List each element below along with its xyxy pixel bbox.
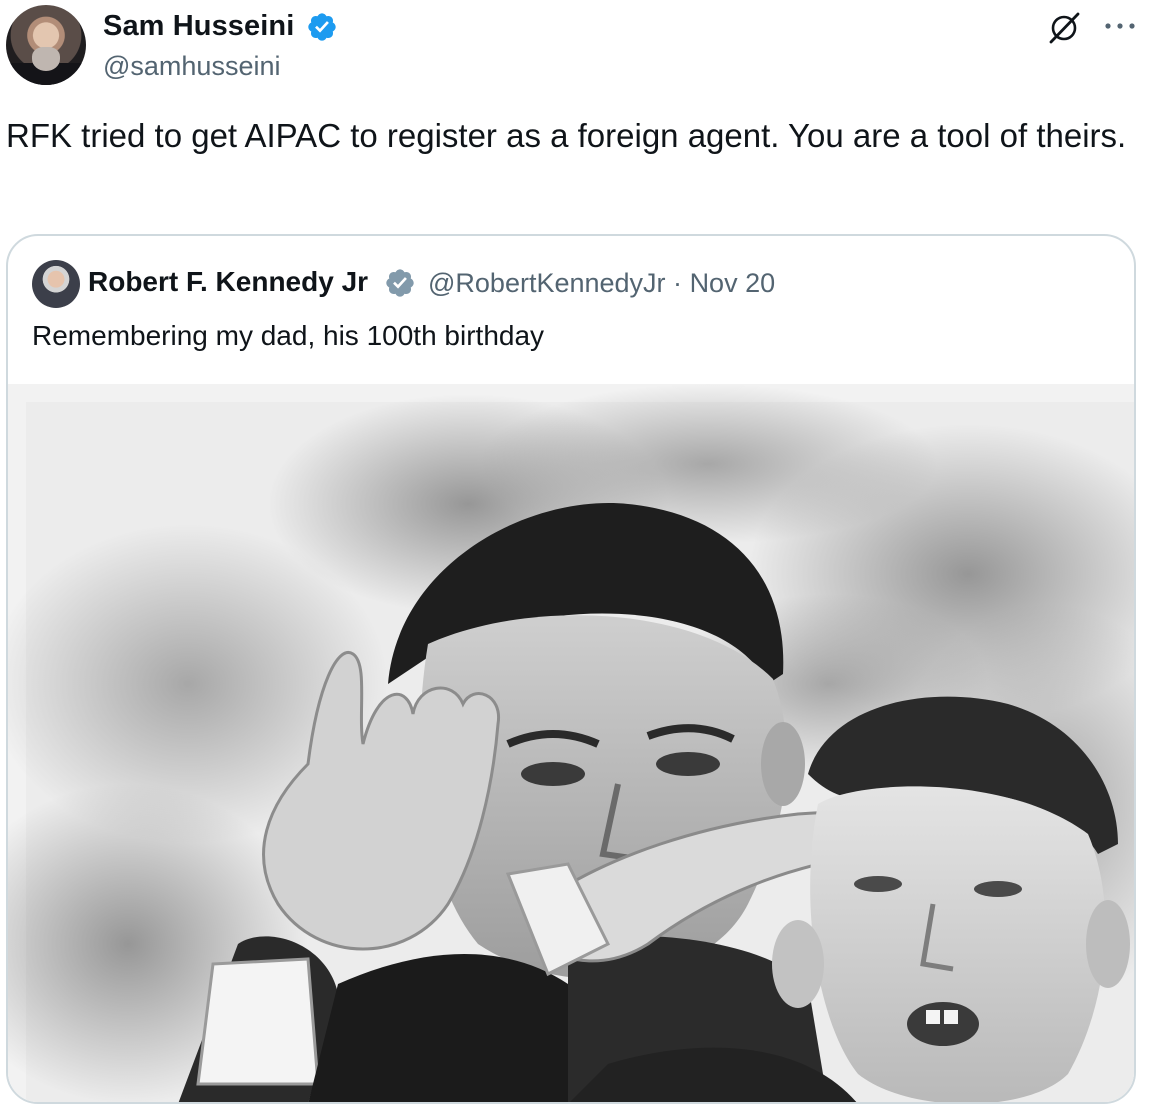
quoted-author-display-name[interactable]: Robert F. Kennedy Jr — [88, 266, 368, 298]
quoted-author-avatar[interactable] — [32, 260, 80, 308]
tweet-text: RFK tried to get AIPAC to register as a … — [6, 117, 1127, 154]
quoted-tweet-date[interactable]: Nov 20 — [690, 268, 776, 299]
grok-icon[interactable] — [1046, 10, 1082, 46]
quoted-tweet-text: Remembering my dad, his 100th birthday — [32, 320, 545, 351]
author-display-name[interactable]: Sam Husseini — [103, 10, 294, 43]
quoted-tweet-card[interactable]: Robert F. Kennedy Jr @RobertKennedyJr · … — [6, 234, 1136, 1104]
more-options-icon[interactable] — [1102, 18, 1138, 34]
photo-illustration — [8, 384, 1134, 1102]
avatar-beard-shape — [32, 47, 60, 71]
quoted-tweet-photo[interactable] — [8, 384, 1134, 1102]
quoted-author-handle[interactable]: @RobertKennedyJr — [428, 268, 666, 299]
quoted-tweet-meta: @RobertKennedyJr · Nov 20 — [428, 268, 775, 299]
author-avatar[interactable] — [6, 5, 86, 85]
author-handle[interactable]: @samhusseini — [103, 51, 280, 82]
quoted-verified-badge-icon — [386, 269, 414, 297]
verified-badge-icon[interactable] — [306, 11, 338, 43]
meta-separator: · — [673, 268, 683, 298]
